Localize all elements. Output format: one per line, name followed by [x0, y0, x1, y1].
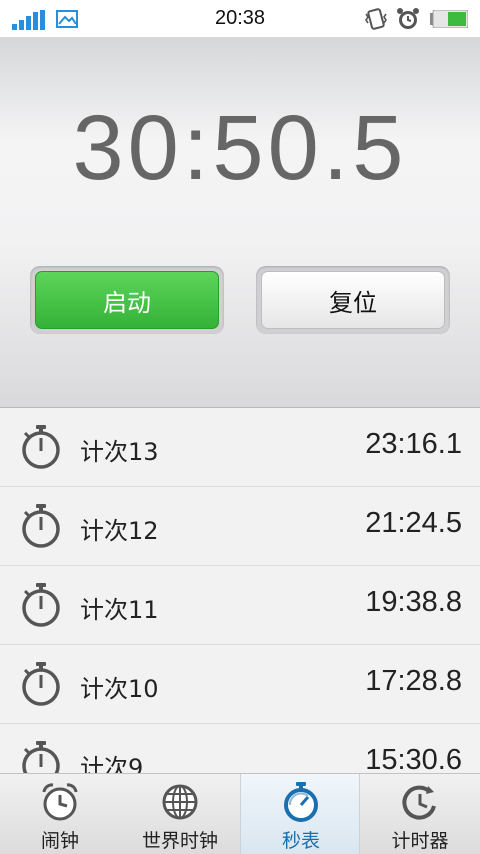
list-item: 计次11 19:38.8 — [0, 566, 480, 645]
tab-stopwatch[interactable]: 秒表 — [240, 774, 360, 854]
stopwatch-icon — [284, 782, 318, 822]
lap-list[interactable]: 计次13 23:16.1 计次12 21:24.5 计次11 19:38.8 计… — [0, 408, 480, 773]
reset-button-frame: 复位 — [256, 266, 450, 334]
stopwatch-icon — [22, 583, 60, 627]
lap-time: 17:28.8 — [365, 665, 462, 697]
lap-label: 计次13 — [80, 438, 159, 466]
list-item: 计次9 15:30.6 — [0, 724, 480, 773]
stopwatch-icon — [22, 425, 60, 469]
stopwatch-icon — [22, 662, 60, 706]
lap-time: 19:38.8 — [365, 586, 462, 618]
alarm-status-icon — [397, 8, 419, 29]
globe-icon — [162, 784, 198, 820]
lap-time: 15:30.6 — [365, 744, 462, 773]
start-button[interactable]: 启动 — [35, 271, 219, 329]
lap-time: 21:24.5 — [365, 507, 462, 539]
vibrate-icon — [365, 8, 387, 30]
bottom-tab-bar: 闹钟 世界时钟 秒表 计时器 — [0, 773, 480, 854]
lap-label: 计次11 — [80, 596, 159, 624]
reset-button[interactable]: 复位 — [261, 271, 445, 329]
stopwatch-icon — [22, 504, 60, 548]
tab-label: 计时器 — [391, 830, 449, 852]
stopwatch-panel: 30:50.5 启动 复位 — [0, 38, 480, 408]
list-item: 计次12 21:24.5 — [0, 487, 480, 566]
tab-world-clock[interactable]: 世界时钟 — [120, 774, 240, 854]
alarm-clock-icon — [42, 783, 78, 821]
list-item: 计次13 23:16.1 — [0, 408, 480, 487]
tab-timer[interactable]: 计时器 — [360, 774, 480, 854]
stopwatch-icon — [22, 741, 60, 773]
stopwatch-display: 30:50.5 — [72, 97, 408, 199]
lap-label: 计次9 — [80, 754, 144, 773]
timer-icon — [402, 785, 436, 820]
lap-label: 计次10 — [80, 675, 159, 703]
tab-label: 秒表 — [281, 830, 320, 852]
status-bar: 20:38 — [0, 0, 480, 38]
battery-icon — [430, 10, 468, 28]
lap-label: 计次12 — [80, 517, 159, 545]
list-item: 计次10 17:28.8 — [0, 645, 480, 724]
tab-label: 世界时钟 — [141, 830, 218, 852]
tab-label: 闹钟 — [40, 830, 79, 852]
start-button-frame: 启动 — [30, 266, 224, 334]
lap-time: 23:16.1 — [365, 428, 462, 460]
tab-alarm[interactable]: 闹钟 — [0, 774, 120, 854]
